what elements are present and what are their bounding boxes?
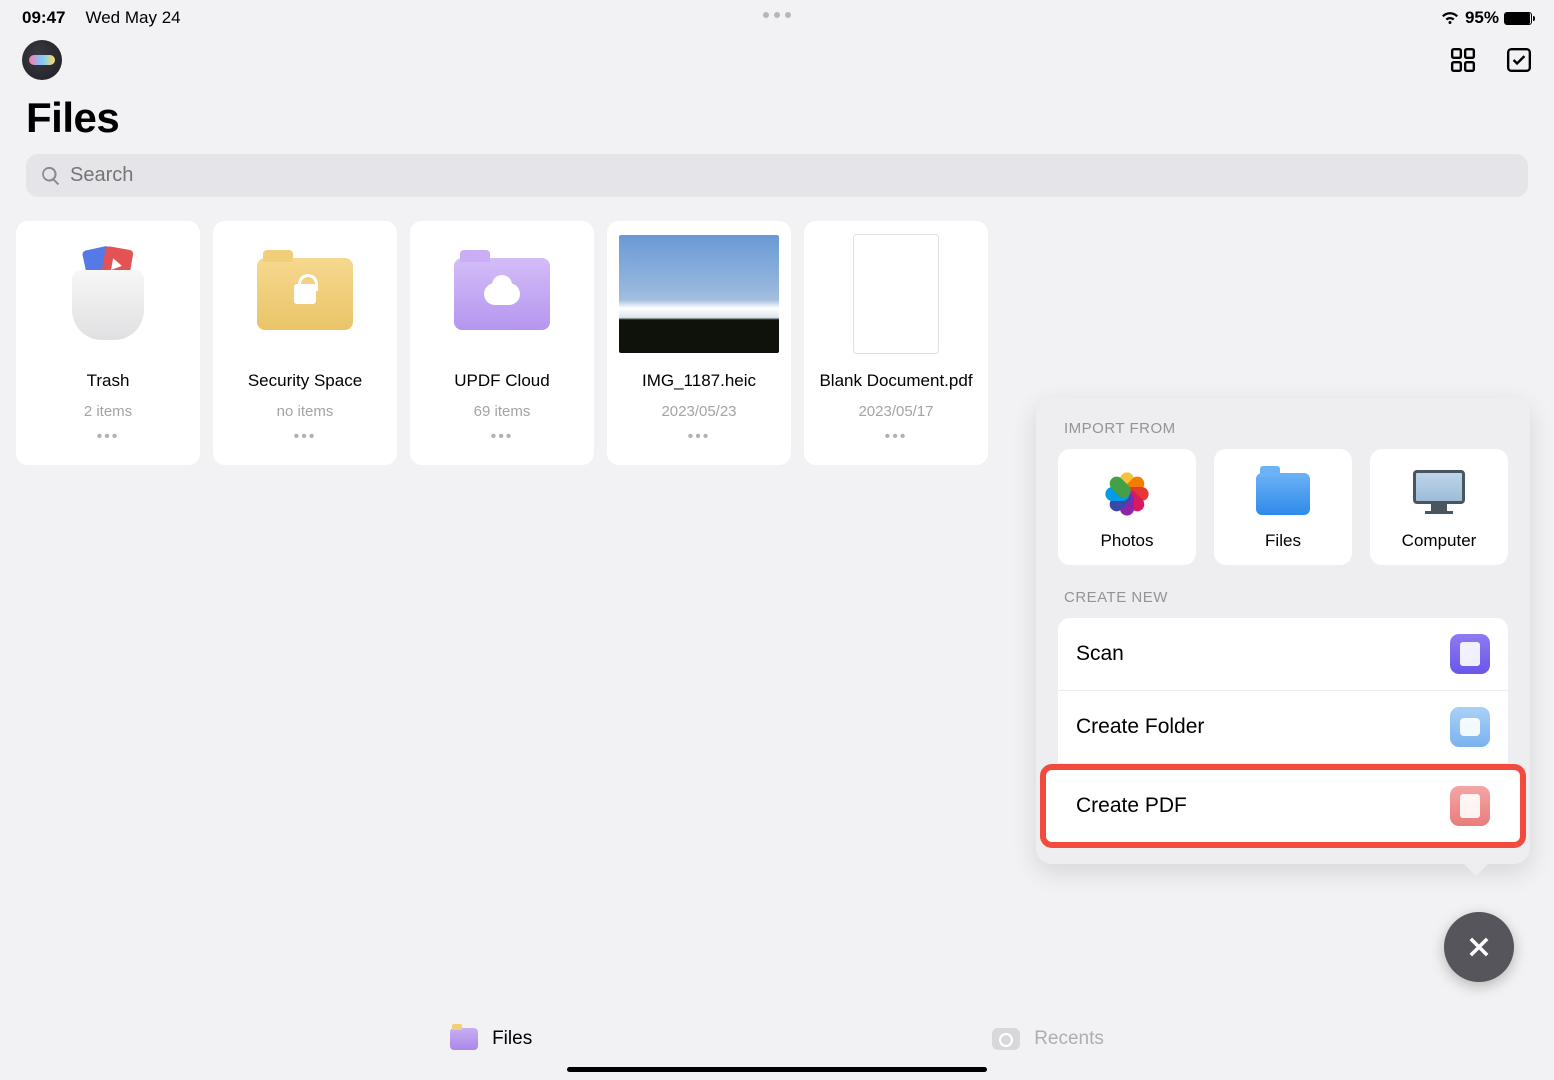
trash-icon [67, 248, 149, 340]
locked-folder-icon [257, 258, 353, 330]
search-icon [40, 165, 62, 187]
import-label: Files [1265, 531, 1301, 551]
card-name: Blank Document.pdf [819, 371, 972, 391]
wifi-icon [1440, 10, 1460, 26]
more-icon[interactable]: ••• [688, 428, 711, 446]
nav-label: Files [492, 1028, 532, 1050]
more-icon[interactable]: ••• [294, 428, 317, 446]
close-button[interactable] [1444, 912, 1514, 982]
grid-view-icon[interactable] [1450, 47, 1476, 73]
card-name: Trash [87, 371, 130, 391]
create-scan[interactable]: Scan [1058, 618, 1508, 691]
search-bar[interactable] [26, 154, 1528, 197]
folder-icon [1256, 473, 1310, 515]
more-icon[interactable]: ••• [491, 428, 514, 446]
card-sub: no items [277, 403, 334, 420]
multitask-dots-icon[interactable] [763, 12, 791, 18]
create-new-label: CREATE NEW [1058, 589, 1508, 618]
add-popup: IMPORT FROM Photos Files Computer CREATE… [1036, 398, 1530, 864]
card-name: UPDF Cloud [454, 371, 549, 391]
more-icon[interactable]: ••• [885, 428, 908, 446]
card-trash[interactable]: Trash 2 items ••• [16, 221, 200, 465]
import-photos[interactable]: Photos [1058, 449, 1196, 565]
popup-tail [1462, 862, 1490, 876]
card-name: IMG_1187.heic [642, 371, 756, 391]
page-title: Files [0, 86, 1554, 154]
list-label: Scan [1076, 642, 1124, 666]
create-folder[interactable]: Create Folder [1058, 691, 1508, 764]
nav-recents[interactable]: Recents [992, 1028, 1104, 1050]
import-computer[interactable]: Computer [1370, 449, 1508, 565]
card-sub: 69 items [474, 403, 531, 420]
card-updf-cloud[interactable]: UPDF Cloud 69 items ••• [410, 221, 594, 465]
photos-icon [1100, 467, 1154, 521]
photo-thumbnail [619, 235, 779, 353]
card-sub: 2 items [84, 403, 132, 420]
document-icon [853, 234, 939, 354]
status-bar: 09:47 Wed May 24 95% [0, 0, 1554, 34]
pdf-add-icon [1450, 786, 1490, 826]
list-label: Create Folder [1076, 715, 1204, 739]
import-label: Photos [1101, 531, 1154, 551]
computer-icon [1412, 470, 1466, 518]
folder-add-icon [1450, 707, 1490, 747]
status-date: Wed May 24 [85, 8, 180, 28]
select-icon[interactable] [1506, 47, 1532, 73]
scan-icon [1450, 634, 1490, 674]
import-from-label: IMPORT FROM [1058, 420, 1508, 449]
nav-files[interactable]: Files [450, 1028, 532, 1050]
card-image[interactable]: IMG_1187.heic 2023/05/23 ••• [607, 221, 791, 465]
files-tab-icon [450, 1028, 478, 1050]
card-security-space[interactable]: Security Space no items ••• [213, 221, 397, 465]
status-time: 09:47 [22, 8, 65, 28]
battery-percent: 95% [1465, 8, 1499, 28]
card-sub: 2023/05/17 [858, 403, 933, 420]
import-files[interactable]: Files [1214, 449, 1352, 565]
search-input[interactable] [70, 164, 1514, 187]
import-label: Computer [1402, 531, 1477, 551]
highlight-create-pdf: Create PDF [1040, 764, 1526, 848]
battery-icon [1504, 12, 1532, 25]
nav-label: Recents [1034, 1028, 1104, 1050]
cloud-folder-icon [454, 258, 550, 330]
more-icon[interactable]: ••• [97, 428, 120, 446]
bottom-nav: Files Recents [0, 1028, 1554, 1050]
card-name: Security Space [248, 371, 362, 391]
recents-tab-icon [992, 1028, 1020, 1050]
card-sub: 2023/05/23 [661, 403, 736, 420]
home-indicator[interactable] [567, 1067, 987, 1072]
create-pdf[interactable]: Create PDF [1046, 770, 1520, 842]
close-icon [1465, 933, 1493, 961]
list-label: Create PDF [1076, 794, 1187, 818]
avatar[interactable] [22, 40, 62, 80]
card-blank-document[interactable]: Blank Document.pdf 2023/05/17 ••• [804, 221, 988, 465]
